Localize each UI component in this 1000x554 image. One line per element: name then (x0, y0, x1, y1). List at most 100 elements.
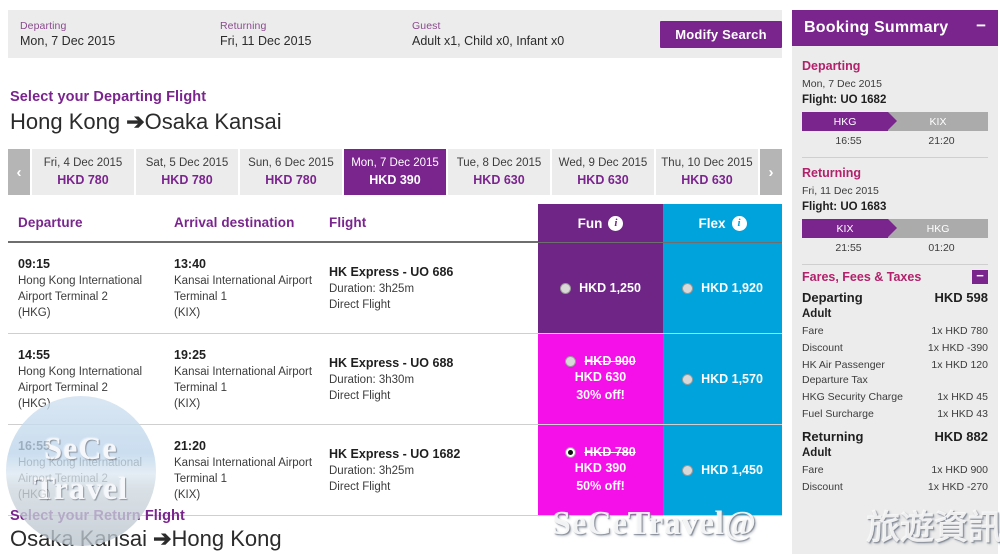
fun-fare-row: HKD 780 (565, 445, 636, 459)
dep-time: 09:15 (18, 257, 50, 271)
arr-airport-code: (KIX) (174, 307, 201, 319)
date-cell-3-selected[interactable]: Mon, 7 Dec 2015 HKD 390 (344, 149, 446, 195)
row-arrival-cell: 13:40 Kansai International Airport Termi… (174, 243, 329, 333)
date-selector-strip: ‹ Fri, 4 Dec 2015 HKD 780 Sat, 5 Dec 201… (8, 149, 782, 195)
search-summary-bar: Departing Mon, 7 Dec 2015 Returning Fri,… (8, 10, 782, 58)
flight-duration: Duration: 3h25m (329, 465, 415, 477)
flight-results-table: Departure Arrival destination Flight Fun… (8, 204, 782, 516)
date-cell-1[interactable]: Sat, 5 Dec 2015 HKD 780 (136, 149, 238, 195)
date-cell-price: HKD 780 (161, 173, 213, 187)
flex-fare-row: HKD 1,920 (682, 281, 763, 295)
flex-fare-label: Flex (698, 215, 726, 231)
summary-returning-arr-time: 01:20 (928, 242, 955, 254)
table-row: 09:15 Hong Kong International Airport Te… (8, 243, 782, 334)
fare-line-label: Fare (802, 464, 824, 476)
arr-airport-line1: Kansai International Airport (174, 366, 313, 378)
date-cell-day: Tue, 8 Dec 2015 (456, 157, 542, 169)
date-cell-4[interactable]: Tue, 8 Dec 2015 HKD 630 (448, 149, 550, 195)
fun-fare-row: HKD 900 (565, 354, 636, 368)
dep-airport-line2: Airport Terminal 2 (18, 473, 108, 485)
fun-fare-original-price: HKD 780 (584, 445, 636, 459)
header-flight: Flight (329, 214, 538, 232)
fares-returning-total: HKD 882 (934, 429, 988, 444)
fares-collapse-minus-icon[interactable]: − (972, 269, 988, 284)
date-cell-2[interactable]: Sun, 6 Dec 2015 HKD 780 (240, 149, 342, 195)
flight-number: HK Express - UO 686 (329, 265, 454, 279)
dep-airport-code: (HKG) (18, 489, 51, 501)
fares-departing-pax: Adult (802, 308, 832, 320)
row-departure-cell: 09:15 Hong Kong International Airport Te… (8, 243, 174, 333)
modify-search-button[interactable]: Modify Search (660, 20, 782, 48)
fun-fare-option-selected[interactable]: HKD 780 HKD 390 50% off! (538, 425, 663, 515)
header-arrival: Arrival destination (174, 214, 329, 232)
arr-airport-code: (KIX) (174, 398, 201, 410)
summary-departing-times: 16:55 21:20 (802, 132, 988, 150)
flex-fare-option[interactable]: HKD 1,920 (663, 243, 782, 333)
fun-fare-price: HKD 630 (574, 370, 627, 384)
flight-stops: Direct Flight (329, 299, 391, 311)
header-fare-flex: Flex i (663, 204, 782, 242)
arr-airport-line1: Kansai International Airport (174, 275, 313, 287)
flex-fare-price: HKD 1,570 (701, 372, 763, 386)
date-cell-day: Mon, 7 Dec 2015 (351, 157, 439, 169)
flex-fare-radio[interactable] (682, 282, 694, 294)
header-arrival-label: Arrival destination (174, 215, 295, 230)
departing-value: Mon, 7 Dec 2015 (20, 33, 116, 48)
page-root: Departing Mon, 7 Dec 2015 Returning Fri,… (0, 0, 1000, 554)
date-cell-0[interactable]: Fri, 4 Dec 2015 HKD 780 (32, 149, 134, 195)
fares-returning-pax: Adult (802, 447, 832, 459)
arr-airport-line2: Terminal 1 (174, 291, 228, 303)
fares-fees-taxes-header: Fares, Fees & Taxes − (802, 269, 988, 284)
guest-value: Adult x1, Child x0, Infant x0 (412, 33, 565, 48)
info-icon[interactable]: i (731, 215, 747, 231)
fare-line-label: Fare (802, 325, 824, 337)
dep-airport-code: (HKG) (18, 398, 51, 410)
summary-returning-to-code: HKG (888, 219, 988, 238)
flight-stops: Direct Flight (329, 390, 391, 402)
date-cell-price: HKD 630 (577, 173, 629, 187)
date-cell-day: Thu, 10 Dec 2015 (661, 157, 753, 169)
flex-fare-option[interactable]: HKD 1,570 (663, 334, 782, 424)
date-cell-6[interactable]: Thu, 10 Dec 2015 HKD 630 (656, 149, 758, 195)
dep-airport-line1: Hong Kong International (18, 457, 143, 469)
arrow-right-icon: ➔ (153, 526, 172, 551)
fun-fare-radio-selected[interactable] (565, 446, 577, 458)
fun-fare-radio[interactable] (560, 282, 572, 294)
info-icon[interactable]: i (608, 215, 624, 231)
flex-fare-radio[interactable] (682, 373, 694, 385)
summary-returning-flight: Flight: UO 1683 (802, 201, 887, 213)
header-departure-label: Departure (18, 215, 83, 230)
date-next-arrow-icon[interactable]: › (760, 149, 782, 195)
fare-line-value: 1x HKD -270 (927, 481, 988, 493)
collapse-minus-icon[interactable]: − (976, 17, 986, 35)
flex-fare-radio[interactable] (682, 464, 694, 476)
flight-selection-pane: Departing Mon, 7 Dec 2015 Returning Fri,… (0, 0, 790, 554)
dep-airport-line1: Hong Kong International (18, 366, 143, 378)
fun-fare-discount-badge: 30% off! (576, 388, 625, 402)
fun-fare-radio[interactable] (565, 355, 577, 367)
booking-summary-header: Booking Summary − (792, 10, 998, 46)
fare-line-label: Fuel Surcharge (802, 408, 874, 420)
row-flight-cell: HK Express - UO 686 Duration: 3h25m Dire… (329, 243, 538, 333)
table-row: 16:55 Hong Kong International Airport Te… (8, 425, 782, 516)
date-prev-arrow-icon[interactable]: ‹ (8, 149, 30, 195)
summary-departing-flight: Flight: UO 1682 (802, 94, 887, 106)
fare-line: Fare 1x HKD 900 (802, 462, 988, 479)
date-cell-price: HKD 630 (681, 173, 733, 187)
header-flight-label: Flight (329, 215, 367, 230)
summary-departing-to-code: KIX (888, 112, 988, 131)
fare-line-label: HK Air Passenger Departure Tax (802, 359, 885, 386)
fare-line-value: 1x HKD 780 (931, 325, 988, 337)
dep-time: 16:55 (18, 439, 50, 453)
summary-departing-dep-time: 16:55 (835, 135, 862, 147)
fare-line-value: 1x HKD 900 (931, 464, 988, 476)
summary-returning-date: Fri, 11 Dec 2015 (802, 185, 879, 197)
fun-fare-option[interactable]: HKD 900 HKD 630 30% off! (538, 334, 663, 424)
fare-line: Discount 1x HKD -390 (802, 340, 988, 357)
flex-fare-option[interactable]: HKD 1,450 (663, 425, 782, 515)
row-arrival-cell: 21:20 Kansai International Airport Termi… (174, 425, 329, 515)
date-cell-price: HKD 780 (265, 173, 317, 187)
date-cell-price: HKD 780 (57, 173, 109, 187)
fun-fare-option[interactable]: HKD 1,250 (538, 243, 663, 333)
date-cell-5[interactable]: Wed, 9 Dec 2015 HKD 630 (552, 149, 654, 195)
